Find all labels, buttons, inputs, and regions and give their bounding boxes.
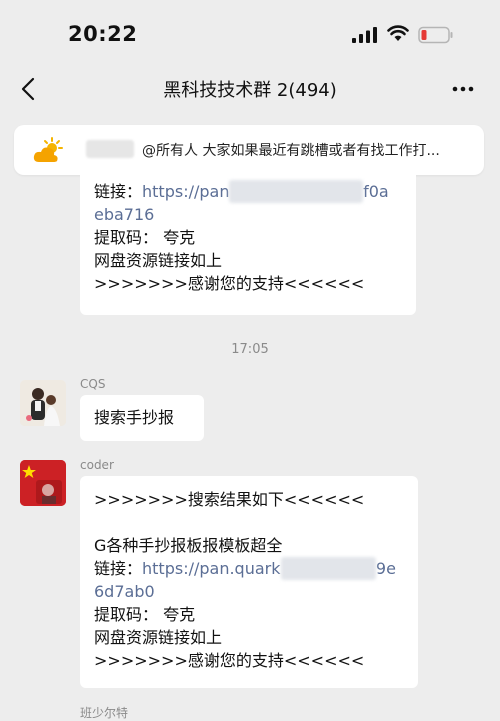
link-text-continued[interactable]: eba716: [94, 203, 389, 226]
avatar-photo-icon: [20, 380, 66, 426]
message-bubble[interactable]: 搜索手抄报: [80, 395, 204, 441]
avatar-flag-icon: [20, 460, 66, 506]
announcement-sender-redacted: [86, 140, 134, 158]
timestamp: 17:05: [231, 342, 269, 357]
link-line: 链接：https://pan.quarkxxxxxxxxx49e: [94, 557, 396, 580]
redacted-segment: xxxxxxxxx4: [280, 557, 376, 580]
thanks-line: >>>>>>>感谢您的支持<<<<<<: [94, 274, 365, 293]
message-bubble[interactable]: 链接：https://panxxxxxxxxxxxx9af0a eba716 提…: [80, 170, 416, 315]
link-text-end[interactable]: 9e: [376, 559, 396, 578]
code-line: 提取码： 夸克: [94, 228, 196, 247]
link-label: 链接：: [94, 559, 143, 578]
sender-name: CQS: [80, 377, 106, 391]
pinned-announcement[interactable]: @所有人 大家如果最近有跳槽或者有找工作打...: [14, 125, 484, 175]
thanks-line: >>>>>>>感谢您的支持<<<<<<: [94, 651, 365, 670]
status-time: 20:22: [68, 22, 138, 46]
sender-name: 班少尔特: [80, 706, 129, 720]
chat-title: 黑科技技术群 2(494): [163, 80, 337, 101]
note-line: 网盘资源链接如上: [94, 251, 223, 270]
resource-title: G各种手抄报板报模板超全: [94, 536, 283, 555]
message-bubble[interactable]: >>>>>>>搜索结果如下<<<<<< G各种手抄报板报模板超全 链接：http…: [80, 476, 418, 688]
signal-icon: [352, 27, 377, 43]
sender-name: coder: [80, 458, 114, 472]
announcement-text: @所有人 大家如果最近有跳槽或者有找工作打...: [142, 143, 440, 159]
link-line: 链接：https://panxxxxxxxxxxxx9af0a: [94, 180, 389, 203]
link-text-continued[interactable]: 6d7ab0: [94, 580, 396, 603]
avatar[interactable]: [20, 460, 66, 506]
link-text[interactable]: https://pan: [142, 182, 229, 201]
sun-cloud-icon: [33, 137, 63, 162]
chat-header: 黑科技技术群 2(494): [0, 62, 500, 116]
message-text: 搜索手抄报: [94, 408, 175, 427]
note-line: 网盘资源链接如上: [94, 628, 223, 647]
result-header: >>>>>>>搜索结果如下<<<<<<: [94, 490, 365, 509]
link-text[interactable]: https://pan.quark: [142, 559, 280, 578]
more-options-icon[interactable]: [450, 76, 476, 102]
link-label: 链接：: [94, 182, 143, 201]
avatar[interactable]: [20, 380, 66, 426]
battery-icon: [418, 26, 453, 44]
wifi-icon: [387, 25, 409, 41]
redacted-segment: xxxxxxxxxxxx9a: [229, 180, 364, 203]
status-bar: 20:22: [0, 0, 500, 60]
code-line: 提取码： 夸克: [94, 605, 196, 624]
link-text-end[interactable]: f0a: [363, 182, 389, 201]
